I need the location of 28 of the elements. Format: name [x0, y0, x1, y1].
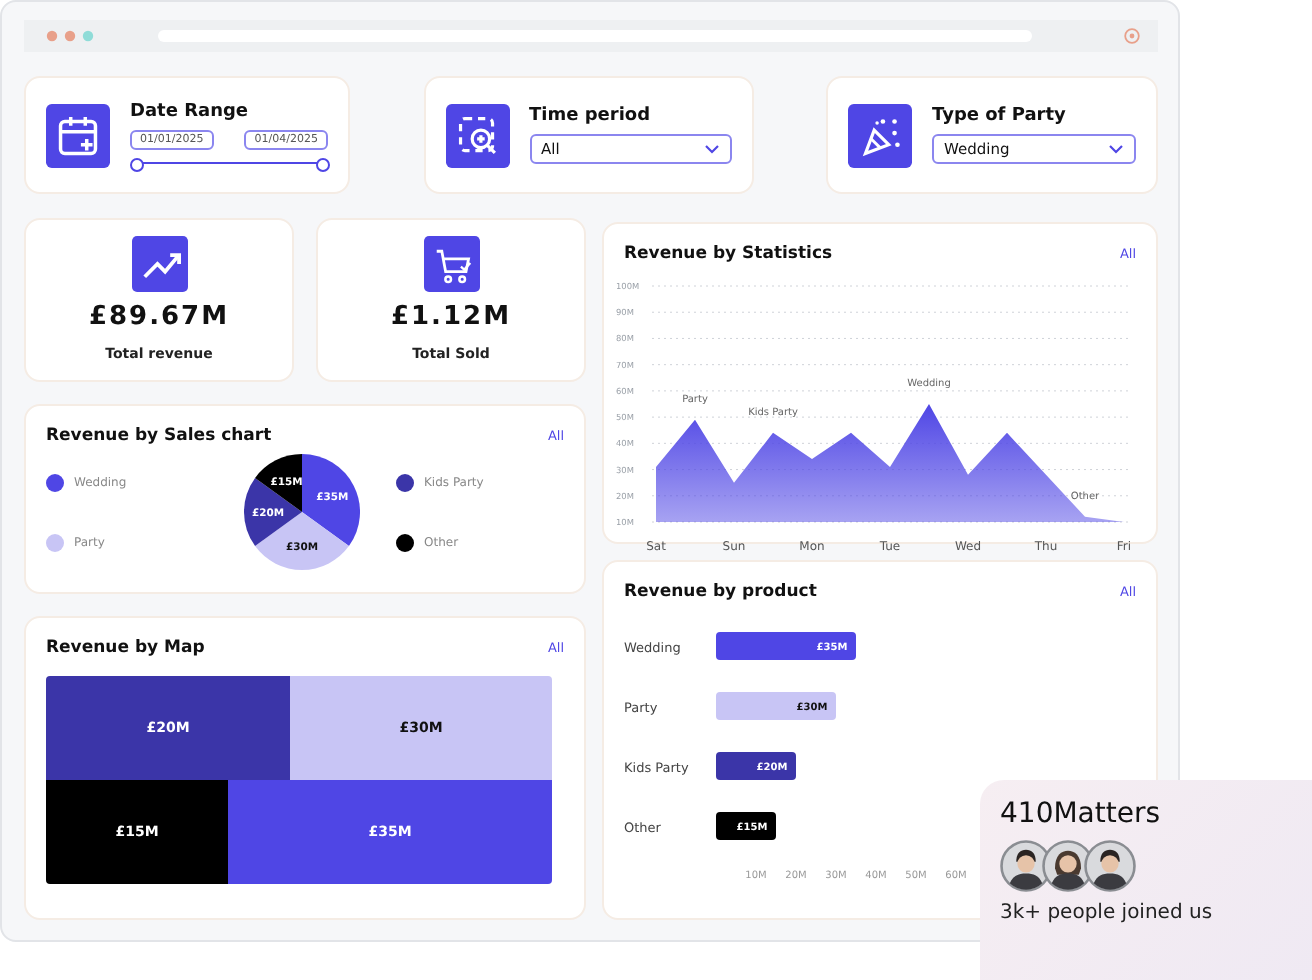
legend-dot — [396, 473, 414, 491]
bar — [716, 692, 836, 720]
bar — [716, 632, 856, 660]
legend-dot — [396, 533, 414, 551]
filter-title: Date Range — [130, 101, 251, 121]
legend-dot — [46, 473, 64, 491]
card-title: Revenue by product — [624, 582, 817, 602]
stat-value: £1.12M — [390, 302, 512, 332]
bar — [716, 752, 796, 780]
party-popper-icon — [848, 103, 912, 167]
promo-title: 410Matters — [1000, 798, 1163, 830]
close-icon[interactable] — [1124, 28, 1140, 44]
calendar-plus-icon — [46, 103, 110, 167]
stat-value: £89.67M — [88, 302, 230, 332]
legend-dot — [46, 533, 64, 551]
card-title: Revenue by Map — [46, 638, 205, 658]
zoom-in-icon — [445, 103, 509, 167]
avatar-icon — [1084, 840, 1136, 892]
chevron-down-icon — [703, 144, 719, 154]
filter-title: Type of Party — [932, 106, 1068, 126]
chevron-down-icon — [1108, 144, 1124, 154]
filter-title: Time period — [529, 106, 653, 126]
promo-text: 3k+ people joined us — [1000, 902, 1215, 924]
card-title: Revenue by Statistics — [624, 244, 833, 264]
card-title: Revenue by Sales chart — [46, 426, 272, 446]
cart-icon — [423, 236, 479, 292]
trend-up-icon — [131, 236, 187, 292]
bar — [716, 812, 776, 840]
